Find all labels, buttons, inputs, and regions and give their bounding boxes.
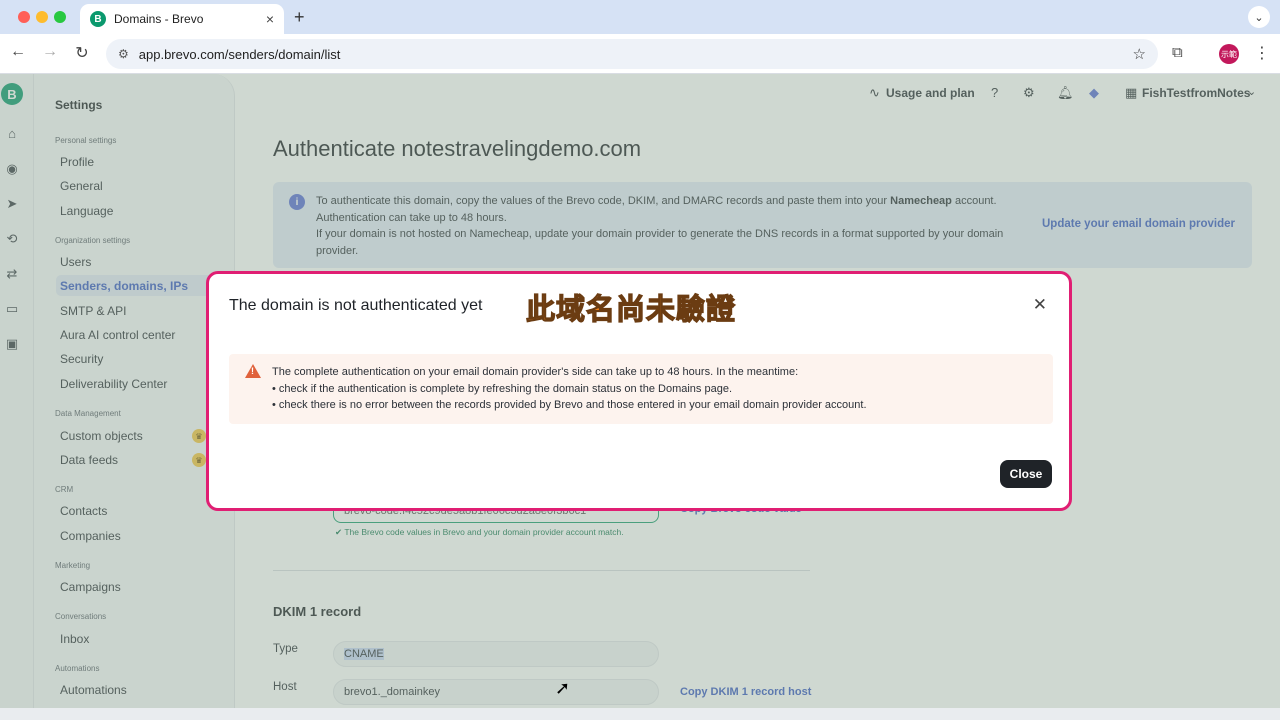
back-arrow-icon[interactable]: ← xyxy=(8,43,28,61)
tab-close-icon[interactable]: × xyxy=(266,11,274,27)
warning-bullet-records: • check there is no error between the re… xyxy=(272,399,867,411)
brevo-favicon-icon: B xyxy=(90,11,106,27)
warning-text: The complete authentication on your emai… xyxy=(272,364,867,414)
tab-search-chevron-icon[interactable]: ⌄ xyxy=(1248,6,1270,28)
modal-close-icon[interactable]: ✕ xyxy=(1033,295,1047,315)
screen-bottom-edge xyxy=(0,708,1280,720)
window-close-button[interactable] xyxy=(18,11,30,23)
address-bar[interactable]: ⚙ app.brevo.com/senders/domain/list ☆ xyxy=(106,39,1158,69)
extensions-puzzle-icon[interactable]: ⧉ xyxy=(1172,44,1183,61)
browser-menu-icon[interactable]: ⋮ xyxy=(1254,43,1270,63)
forward-arrow-icon[interactable]: → xyxy=(40,43,60,61)
site-settings-icon[interactable]: ⚙ xyxy=(118,47,129,61)
warning-bullet-refresh: • check if the authentication is complet… xyxy=(272,382,733,395)
tab-title: Domains - Brevo xyxy=(114,12,204,26)
browser-tab-bar: B Domains - Brevo × + ⌄ xyxy=(0,0,1280,34)
browser-tab[interactable]: B Domains - Brevo × xyxy=(80,4,284,34)
profile-avatar[interactable]: 示範 xyxy=(1219,44,1239,64)
warning-exclamation: ! xyxy=(251,366,254,376)
modal-title: The domain is not authenticated yet xyxy=(229,297,483,314)
new-tab-button[interactable]: + xyxy=(294,7,305,28)
warning-banner: ! The complete authentication on your em… xyxy=(229,354,1053,424)
bookmark-star-icon[interactable]: ☆ xyxy=(1133,45,1146,63)
close-button[interactable]: Close xyxy=(1000,460,1052,488)
domain-not-authenticated-modal: The domain is not authenticated yet 此域名尚… xyxy=(206,271,1072,511)
window-zoom-button[interactable] xyxy=(54,11,66,23)
annotation-caption: 此域名尚未驗證 xyxy=(525,291,737,326)
window-minimize-button[interactable] xyxy=(36,11,48,23)
url-text: app.brevo.com/senders/domain/list xyxy=(138,46,341,62)
warning-intro: The complete authentication on your emai… xyxy=(272,366,799,378)
browser-toolbar: ← → ↻ ⚙ app.brevo.com/senders/domain/lis… xyxy=(0,34,1280,74)
mouse-cursor-icon: ➚ xyxy=(555,678,571,698)
reload-icon[interactable]: ↻ xyxy=(72,43,92,63)
